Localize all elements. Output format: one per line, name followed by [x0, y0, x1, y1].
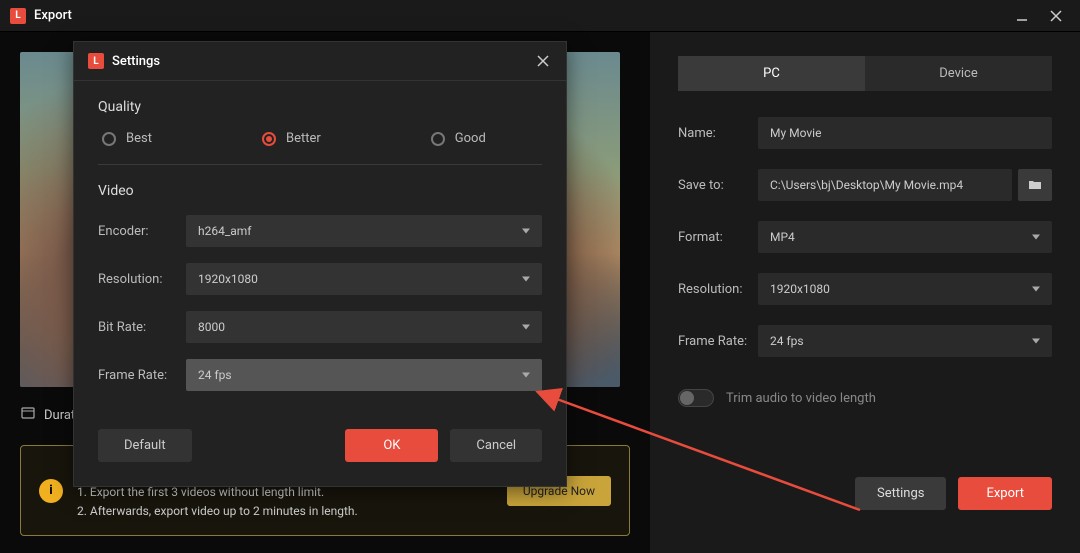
settings-button[interactable]: Settings	[855, 477, 946, 510]
browse-folder-button[interactable]	[1018, 169, 1052, 201]
trim-audio-toggle[interactable]	[678, 389, 714, 407]
quality-good-radio[interactable]: Good	[431, 131, 486, 146]
window-title: Export	[34, 8, 1014, 23]
ok-button[interactable]: OK	[345, 429, 438, 462]
format-label: Format:	[678, 230, 758, 245]
settings-modal: L Settings Quality Best Better Good Vide…	[73, 41, 567, 487]
encoder-select[interactable]: h264_amf	[186, 215, 542, 247]
framerate-select[interactable]: 24 fps	[758, 325, 1052, 357]
bitrate-label: Bit Rate:	[98, 320, 186, 335]
limitations-line-2: 2. Afterwards, export video up to 2 minu…	[77, 502, 493, 521]
duration-icon	[20, 405, 36, 425]
export-button[interactable]: Export	[958, 477, 1052, 510]
quality-section-title: Quality	[98, 99, 542, 115]
modal-close-button[interactable]	[534, 52, 552, 70]
resolution-select[interactable]: 1920x1080	[758, 273, 1052, 305]
modal-title: Settings	[112, 54, 534, 69]
format-select[interactable]: MP4	[758, 221, 1052, 253]
saveto-label: Save to:	[678, 178, 758, 193]
encoder-label: Encoder:	[98, 224, 186, 239]
resolution-label: Resolution:	[678, 282, 758, 297]
modal-framerate-label: Frame Rate:	[98, 368, 186, 383]
modal-resolution-label: Resolution:	[98, 272, 186, 287]
app-icon: L	[10, 8, 26, 24]
titlebar: L Export	[0, 0, 1080, 32]
close-button[interactable]	[1048, 8, 1064, 24]
name-input[interactable]	[758, 117, 1052, 149]
tab-pc[interactable]: PC	[678, 56, 865, 91]
name-label: Name:	[678, 126, 758, 141]
minimize-button[interactable]	[1014, 8, 1030, 24]
modal-app-icon: L	[88, 53, 104, 69]
trim-audio-label: Trim audio to video length	[726, 391, 876, 406]
video-section-title: Video	[98, 183, 542, 199]
quality-best-radio[interactable]: Best	[102, 131, 152, 146]
modal-framerate-select[interactable]: 24 fps	[186, 359, 542, 391]
saveto-input[interactable]	[758, 169, 1012, 201]
right-panel: PC Device Name: Save to: Format: MP4 Res…	[650, 32, 1080, 553]
modal-resolution-select[interactable]: 1920x1080	[186, 263, 542, 295]
default-button[interactable]: Default	[98, 429, 192, 462]
cancel-button[interactable]: Cancel	[450, 429, 542, 462]
framerate-label: Frame Rate:	[678, 334, 758, 349]
tab-device[interactable]: Device	[865, 56, 1052, 91]
bitrate-select[interactable]: 8000	[186, 311, 542, 343]
quality-better-radio[interactable]: Better	[262, 131, 321, 146]
info-icon: i	[39, 479, 63, 503]
